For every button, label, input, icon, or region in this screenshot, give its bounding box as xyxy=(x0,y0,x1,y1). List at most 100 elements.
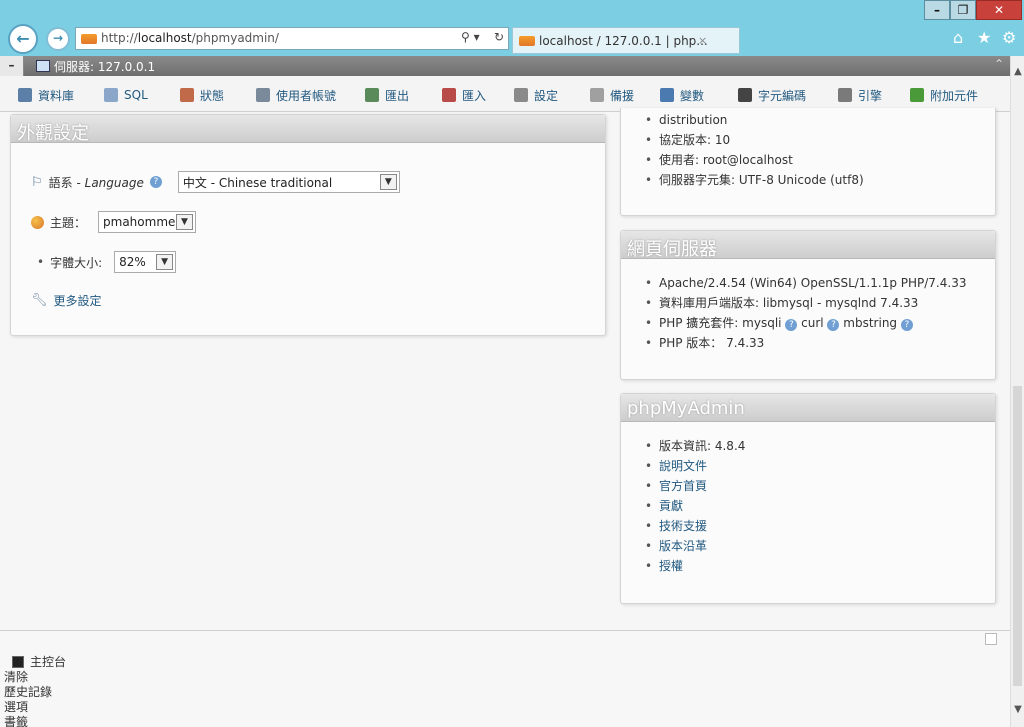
font-size-select-value: 82% xyxy=(119,255,146,269)
help-icon[interactable]: ? xyxy=(827,319,840,331)
scroll-up-icon[interactable]: ▲ xyxy=(1011,66,1024,77)
panel-title: phpMyAdmin xyxy=(621,394,995,422)
list-item: 伺服器字元集: UTF-8 Unicode (utf8) xyxy=(643,170,995,190)
language-select[interactable]: 中文 - Chinese traditional ▼ xyxy=(177,171,400,193)
console-bookmarks-link[interactable]: 書籤 xyxy=(4,713,28,727)
language-row: ⚐ 語系 - Language ? 中文 - Chinese tradition… xyxy=(31,171,400,193)
menu-item-settings[interactable]: 設定 xyxy=(514,87,558,103)
more-settings-link[interactable]: 更多設定 xyxy=(54,292,102,309)
menu-item-variables[interactable]: 變數 xyxy=(660,87,704,103)
wrench-icon xyxy=(514,88,528,102)
menu-item-export[interactable]: 匯出 xyxy=(365,87,409,103)
console-panel: 主控台 清除 歷史記錄 選項 書籤 xyxy=(0,630,1010,727)
list-item: 授權 xyxy=(643,556,995,576)
help-icon[interactable]: ? xyxy=(900,319,913,331)
search-icon[interactable]: ⚲ ▾ xyxy=(461,30,480,44)
language-select-value: 中文 - Chinese traditional xyxy=(182,175,333,190)
menu-item-databases[interactable]: 資料庫 xyxy=(18,87,74,103)
menu-item-replication[interactable]: 備援 xyxy=(590,87,634,103)
theme-row: 主題： pmahomme ▼ xyxy=(31,211,197,233)
list-item: 資料庫用戶端版本: libmysql - mysqlnd 7.4.33 xyxy=(643,293,995,313)
help-icon[interactable]: ? xyxy=(785,319,798,331)
page-scrollbar[interactable]: ▲ ▼ xyxy=(1010,56,1024,727)
collapse-nav-button[interactable]: – xyxy=(0,56,24,76)
documentation-link[interactable]: 說明文件 xyxy=(659,459,707,473)
minimize-button[interactable]: – xyxy=(924,0,950,20)
charset-icon xyxy=(738,88,752,102)
panel-title: 網頁伺服器 xyxy=(621,231,995,260)
list-item: 版本沿革 xyxy=(643,536,995,556)
scroll-thumb[interactable] xyxy=(1013,386,1022,686)
favorites-star-icon[interactable]: ★ xyxy=(977,28,991,47)
browser-chrome: – ❐ ✕ ← → http://localhost/phpmyadmin/ ⚲… xyxy=(0,0,1024,56)
server-breadcrumb-bar: – 伺服器: 127.0.0.1 ⌃ xyxy=(0,56,1010,76)
menu-item-engines[interactable]: 引擎 xyxy=(838,87,882,103)
menu-item-plugins[interactable]: 附加元件 xyxy=(910,87,978,103)
chevron-down-icon: ▼ xyxy=(156,254,174,270)
contribute-link[interactable]: 貢獻 xyxy=(659,499,683,513)
appearance-settings-panel: 外觀設定 ⚐ 語系 - Language ? 中文 - Chinese trad… xyxy=(10,114,606,336)
menu-label: 字元編碼 xyxy=(758,88,807,103)
tab-close-icon[interactable]: × xyxy=(698,34,707,47)
address-url[interactable]: http://localhost/phpmyadmin/ xyxy=(101,31,279,45)
list-item: 協定版本: 10 xyxy=(643,130,995,150)
scroll-down-icon[interactable]: ▼ xyxy=(1011,704,1024,715)
refresh-icon[interactable]: ↻ xyxy=(494,30,504,44)
list-item: 說明文件 xyxy=(643,456,995,476)
database-icon xyxy=(18,88,32,102)
phpmyadmin-info-list: 版本資訊: 4.8.4 說明文件 官方首頁 貢獻 技術支援 版本沿革 授權 xyxy=(621,422,995,576)
pma-favicon-icon xyxy=(81,34,97,44)
console-label: 主控台 xyxy=(30,655,67,669)
menu-label: 設定 xyxy=(534,88,559,103)
menu-label: 變數 xyxy=(680,88,705,103)
chevron-down-icon: ▼ xyxy=(176,214,194,230)
wrench-icon: 🔧︎ xyxy=(31,293,48,308)
back-button[interactable]: ← xyxy=(8,24,38,54)
status-icon xyxy=(180,88,194,102)
menu-label: 匯出 xyxy=(385,88,410,103)
menu-item-status[interactable]: 狀態 xyxy=(180,87,224,103)
theme-select[interactable]: pmahomme ▼ xyxy=(98,211,197,233)
maximize-button[interactable]: ❐ xyxy=(950,0,976,20)
replication-icon xyxy=(590,88,604,102)
users-icon xyxy=(256,88,270,102)
more-settings-row: 🔧︎ 更多設定 xyxy=(31,292,102,309)
console-icon xyxy=(12,655,24,668)
menu-item-user-accounts[interactable]: 使用者帳號 xyxy=(256,87,336,103)
help-icon[interactable]: ? xyxy=(149,176,162,188)
menu-label: 匯入 xyxy=(462,88,487,103)
theme-label: 主題： xyxy=(50,215,87,230)
support-link[interactable]: 技術支援 xyxy=(659,519,707,533)
scroll-top-icon[interactable]: ⌃ xyxy=(994,57,1004,71)
settings-gear-icon[interactable]: ⚙ xyxy=(1002,28,1016,47)
changelog-link[interactable]: 版本沿革 xyxy=(659,539,707,553)
homepage-link[interactable]: 官方首頁 xyxy=(659,479,707,493)
menu-label: 狀態 xyxy=(200,88,225,103)
license-link[interactable]: 授權 xyxy=(659,559,683,573)
font-size-label: 字體大小: xyxy=(50,255,103,270)
list-item: 技術支援 xyxy=(643,516,995,536)
menu-label: 附加元件 xyxy=(930,88,979,103)
bullet: • xyxy=(37,255,45,269)
variables-icon xyxy=(660,88,674,102)
console-resize-icon[interactable] xyxy=(985,633,997,645)
menu-item-sql[interactable]: SQL xyxy=(104,87,148,103)
list-item: 貢獻 xyxy=(643,496,995,516)
list-item: PHP 擴充套件: mysqli ? curl ? mbstring ? xyxy=(643,313,995,333)
home-icon[interactable]: ⌂ xyxy=(953,28,963,47)
browser-tab[interactable]: localhost / 127.0.0.1 | php... × xyxy=(512,27,740,54)
font-size-row: • 字體大小: 82% ▼ xyxy=(37,251,177,273)
font-size-select[interactable]: 82% ▼ xyxy=(114,251,177,273)
list-item: Apache/2.4.54 (Win64) OpenSSL/1.1.1p PHP… xyxy=(643,273,995,293)
server-icon xyxy=(36,60,50,72)
tab-title: localhost / 127.0.0.1 | php... xyxy=(539,34,708,48)
server-breadcrumb[interactable]: 伺服器: 127.0.0.1 xyxy=(54,58,155,75)
address-bar[interactable]: http://localhost/phpmyadmin/ ⚲ ▾ ↻ xyxy=(75,27,509,50)
theme-select-value: pmahomme xyxy=(103,215,176,229)
web-server-panel: 網頁伺服器 Apache/2.4.54 (Win64) OpenSSL/1.1.… xyxy=(620,230,996,380)
menu-item-import[interactable]: 匯入 xyxy=(442,87,486,103)
close-window-button[interactable]: ✕ xyxy=(976,0,1022,20)
menu-item-charsets[interactable]: 字元編碼 xyxy=(738,87,806,103)
palette-icon xyxy=(31,215,44,229)
forward-button[interactable]: → xyxy=(46,27,70,51)
